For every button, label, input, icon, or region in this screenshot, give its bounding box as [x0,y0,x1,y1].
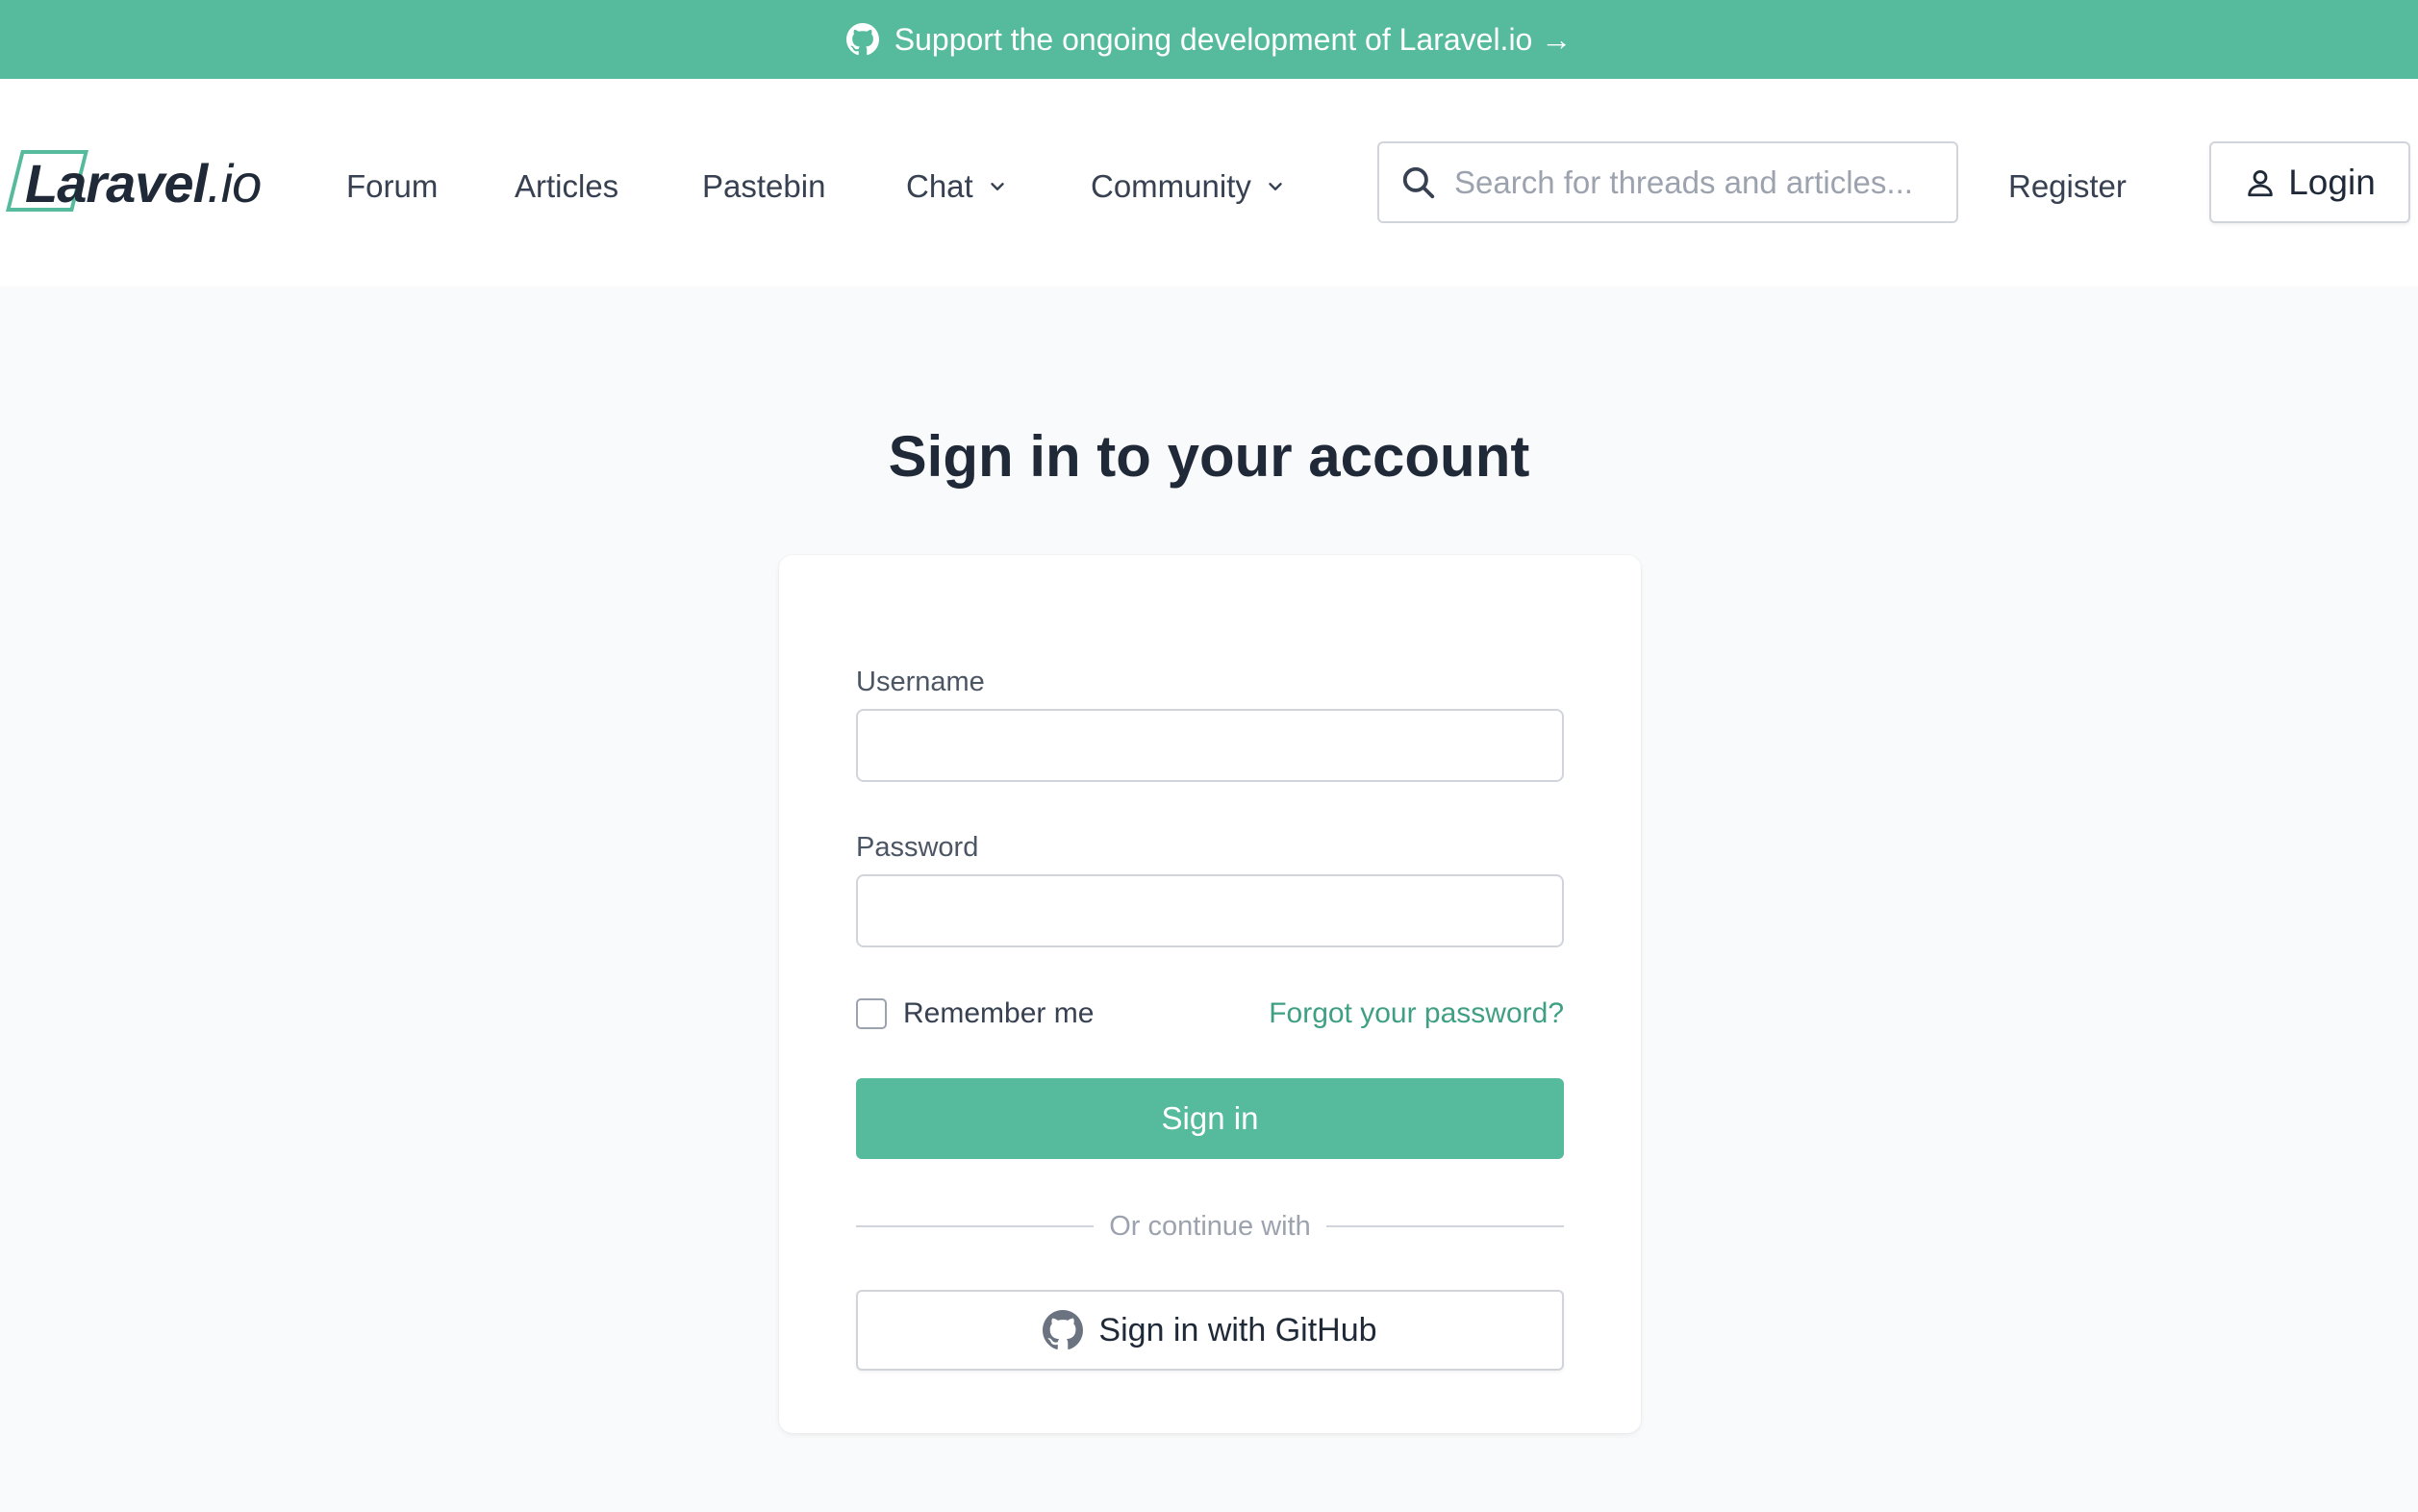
divider-line-left [856,1225,1095,1227]
divider-line-right [1325,1225,1565,1227]
register-link[interactable]: Register [2008,164,2127,210]
page-title: Sign in to your account [888,424,1530,489]
username-label: Username [856,667,985,697]
divider: Or continue with [856,1207,1565,1246]
nav-articles-label: Articles [515,168,619,204]
password-field[interactable] [856,874,1564,947]
nav-forum-label: Forum [346,168,439,204]
username-field[interactable] [856,709,1564,782]
chevron-down-icon [991,183,1004,190]
nav-articles[interactable]: Articles [515,164,618,210]
nav-chat[interactable]: Chat [906,164,1008,210]
remember-me-label: Remember me [903,997,1095,1029]
sign-in-label: Sign in [1161,1100,1259,1136]
logo-text: Laravel.io [10,152,262,214]
divider-text: Or continue with [1109,1210,1311,1242]
password-label: Password [856,832,979,863]
github-icon [1043,1310,1084,1349]
github-icon [845,23,879,56]
logo-text-light: .io [207,152,262,214]
nav-pastebin[interactable]: Pastebin [702,164,825,210]
remember-me-checkbox[interactable] [856,998,887,1029]
nav-forum[interactable]: Forum [346,164,438,210]
search-icon [1402,166,1435,198]
support-banner: Support the ongoing development of Larav… [0,0,2418,79]
sign-in-button[interactable]: Sign in [856,1078,1564,1159]
logo-text-bold: Laravel [25,152,208,214]
login-label: Login [2288,162,2376,202]
nav-community-label: Community [1091,168,1251,204]
register-label: Register [2008,168,2127,204]
login-card: Username Password Remember me Forgot you… [779,555,1641,1433]
site-header: Laravel.io Forum Articles Pastebin Chat … [0,79,2418,287]
github-sign-in-label: Sign in with GitHub [1098,1311,1377,1348]
search-box[interactable] [1377,141,1958,223]
remember-me: Remember me [856,997,1094,1030]
support-banner-link[interactable]: Support the ongoing development of Larav… [845,21,1573,58]
site-logo[interactable]: Laravel.io [6,148,275,217]
chevron-down-icon [1269,183,1282,190]
forgot-password-link[interactable]: Forgot your password? [1269,997,1564,1030]
nav-pastebin-label: Pastebin [702,168,826,204]
support-banner-text: Support the ongoing development of Larav… [894,21,1573,57]
user-icon [2248,169,2273,196]
login-button[interactable]: Login [2209,141,2410,223]
nav-chat-label: Chat [906,168,973,204]
nav-community[interactable]: Community [1091,164,1286,210]
github-sign-in-button[interactable]: Sign in with GitHub [856,1290,1564,1371]
search-input[interactable] [1454,164,1935,201]
